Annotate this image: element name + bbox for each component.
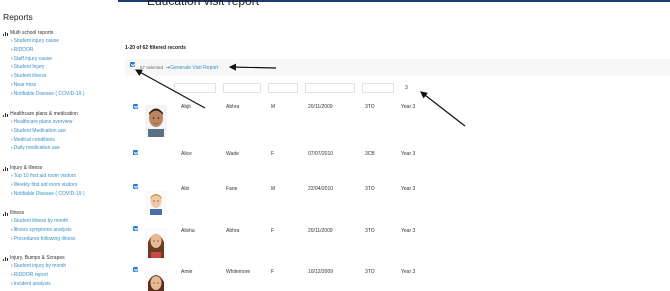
sidebar-item-staff-injury-cause[interactable]: ›Staff injury cause xyxy=(3,55,118,64)
registration: 3TO xyxy=(365,228,375,234)
sidebar-item-student-injury[interactable]: ›Student Injury xyxy=(3,63,118,72)
date-of-birth: 20/11/2009 xyxy=(308,228,333,234)
group-illness: Illness ›Student illness by month ›Illne… xyxy=(3,209,118,243)
gender: F xyxy=(271,228,275,234)
date-of-birth: 22/04/2010 xyxy=(308,186,334,192)
record-count: 1-20 of 62 filtered records xyxy=(125,45,186,51)
sidebar-item-incident-analysis[interactable]: ›Incident analysis xyxy=(3,280,118,289)
sidebar-item-student-illness[interactable]: ›Student illness xyxy=(3,72,118,81)
year-group: Year 3 xyxy=(401,228,416,234)
sidebar-item-student-injury-cause[interactable]: ›Student injury cause xyxy=(3,37,118,46)
bar-chart-icon xyxy=(3,31,8,36)
sidebar-item-medical-conditions[interactable]: ›Medical conditions xyxy=(3,136,118,145)
sidebar-item-riddor-report[interactable]: ›RIDDOR report xyxy=(3,271,118,280)
row-checkbox[interactable] xyxy=(133,226,138,231)
student-photo xyxy=(145,105,167,137)
selection-toolbar: 57 selected ➔Generate Visit Report xyxy=(125,59,670,76)
filter-reg[interactable] xyxy=(362,83,394,93)
registration: 3TO xyxy=(365,186,375,192)
date-of-birth: 10/12/2009 xyxy=(308,269,334,275)
group-label: Injury, Bumps & Scrapes xyxy=(10,255,65,261)
filter-gender[interactable] xyxy=(268,83,298,93)
gender: F xyxy=(271,151,275,157)
last-name: Abhra xyxy=(226,228,240,234)
sidebar-item-procedures-following-illness[interactable]: ›Procedures following illness xyxy=(3,235,118,244)
last-name: Wade xyxy=(226,151,239,157)
reports-sidebar: Reports Multi school reports ›Student in… xyxy=(0,0,118,291)
gender: M xyxy=(271,104,276,110)
registration: 3TO xyxy=(365,104,375,110)
table-row[interactable]: Alin Fane M 22/04/2010 3TO Year 3 xyxy=(125,184,670,222)
group-injury-illness: Injury & illness ›Top 10 first aid room … xyxy=(3,164,118,198)
first-name: Alice xyxy=(181,151,192,157)
group-label: Healthcare plans & medication xyxy=(10,111,78,117)
row-checkbox[interactable] xyxy=(133,150,138,155)
table-row[interactable]: Abjit Abhra M 20/11/2009 3TO Year 3 xyxy=(125,104,670,142)
year-group: Year 3 xyxy=(401,269,416,275)
group-label: Injury & illness xyxy=(10,165,43,171)
student-photo xyxy=(145,228,167,260)
selected-count: 57 selected xyxy=(140,65,164,70)
gender: F xyxy=(271,269,275,275)
first-name: Abjit xyxy=(181,104,191,110)
table-row[interactable]: Amie Whitemore F 10/12/2009 3TO Year 3 xyxy=(125,267,670,291)
filter-last-name[interactable] xyxy=(223,83,261,93)
date-of-birth: 20/11/2009 xyxy=(308,104,333,110)
bar-chart-icon xyxy=(3,211,8,216)
sidebar-item-illness-symptoms[interactable]: ›Illness symptoms analysis xyxy=(3,226,118,235)
sidebar-title: Reports xyxy=(3,12,33,22)
sidebar-item-daily-medication-use[interactable]: ›Daily medication use xyxy=(3,144,118,153)
generate-visit-report-link[interactable]: ➔Generate Visit Report xyxy=(166,65,218,71)
select-all-checkbox[interactable] xyxy=(130,62,135,67)
table-row[interactable]: Alisha Abhra F 20/11/2009 3TO Year 3 xyxy=(125,226,670,264)
year-group: Year 3 xyxy=(401,186,416,192)
sidebar-item-near-miss[interactable]: ›Near miss xyxy=(3,81,118,90)
sidebar-item-notifiable-disease[interactable]: ›Notifiable Disease ( COVID-19 ) xyxy=(3,90,118,99)
date-of-birth: 07/07/2010 xyxy=(308,151,334,157)
last-name: Fane xyxy=(226,186,238,192)
filter-year[interactable]: 3 xyxy=(401,83,437,93)
student-photo xyxy=(145,191,167,223)
sidebar-item-student-medication-use[interactable]: ›Student Medication use xyxy=(3,127,118,136)
registration: 3TO xyxy=(365,269,375,275)
sidebar-item-injury-by-month[interactable]: ›Student injury by month xyxy=(3,262,118,271)
gender: M xyxy=(271,186,276,192)
group-injury-bumps: Injury, Bumps & Scrapes ›Student injury … xyxy=(3,254,118,288)
group-label: Illness xyxy=(10,210,25,216)
row-checkbox[interactable] xyxy=(133,104,138,109)
registration: 3CB xyxy=(365,151,375,157)
group-label: Multi school reports xyxy=(10,30,54,36)
first-name: Amie xyxy=(181,269,193,275)
row-checkbox[interactable] xyxy=(133,267,138,272)
table-row[interactable]: Alice Wade F 07/07/2010 3CB Year 3 xyxy=(125,150,670,170)
sidebar-item-riddor[interactable]: ›RIDDOR xyxy=(3,46,118,55)
first-name: Alin xyxy=(181,186,190,192)
student-photo xyxy=(145,270,167,291)
sidebar-item-healthcare-plans-overview[interactable]: ›Healthcare plans overview xyxy=(3,118,118,127)
sidebar-item-top-10-visitors[interactable]: ›Top 10 first aid room visitors xyxy=(3,172,118,181)
page-title: Education visit report xyxy=(147,0,260,8)
bar-chart-icon xyxy=(3,256,8,261)
filter-first-name[interactable] xyxy=(174,83,216,93)
row-checkbox[interactable] xyxy=(133,184,138,189)
bar-chart-icon xyxy=(3,112,8,117)
sidebar-item-illness-by-month[interactable]: ›Student illness by month xyxy=(3,217,118,226)
group-healthcare: Healthcare plans & medication ›Healthcar… xyxy=(3,110,118,153)
last-name: Abhra xyxy=(226,104,240,110)
filter-dob[interactable] xyxy=(305,83,355,93)
year-group: Year 3 xyxy=(401,104,416,110)
last-name: Whitemore xyxy=(226,269,251,275)
sidebar-item-notifiable-disease-2[interactable]: ›Notifiable Disease ( COVID-19 ) xyxy=(3,190,118,199)
group-multi-school: Multi school reports ›Student injury cau… xyxy=(3,29,118,99)
first-name: Alisha xyxy=(181,228,195,234)
year-group: Year 3 xyxy=(401,151,416,157)
sidebar-item-weekly-visitors[interactable]: ›Weekly first aid room visitors xyxy=(3,181,118,190)
bar-chart-icon xyxy=(3,166,8,171)
